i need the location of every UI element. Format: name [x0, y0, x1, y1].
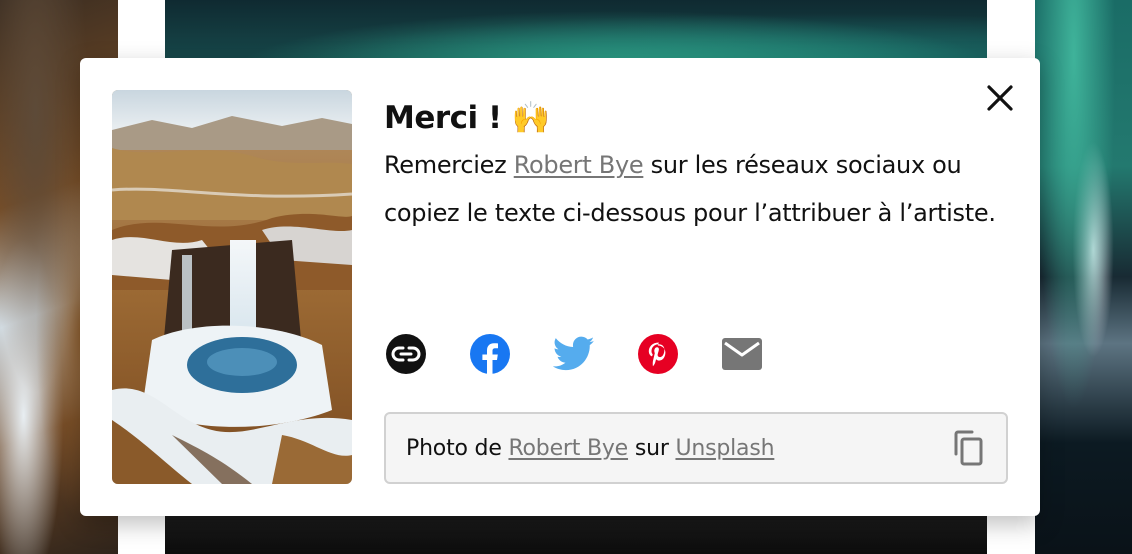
copy-link-button[interactable]: [384, 332, 428, 376]
artist-link[interactable]: Robert Bye: [514, 151, 644, 179]
thanks-modal: Merci ! 🙌 Remerciez Robert Bye sur les r…: [80, 58, 1040, 516]
modal-title: Merci ! 🙌: [384, 98, 1008, 138]
photo-thumbnail: [112, 90, 352, 484]
modal-description: Remerciez Robert Bye sur les réseaux soc…: [384, 141, 1008, 237]
attribution-artist-link[interactable]: Robert Bye: [508, 436, 628, 461]
raising-hands-emoji: 🙌: [511, 100, 551, 136]
background-photo-dark: [165, 516, 987, 554]
twitter-icon: [553, 336, 595, 371]
unsplash-link[interactable]: Unsplash: [675, 436, 774, 461]
attribution-prefix: Photo de: [406, 435, 509, 461]
attribution-text[interactable]: Photo de Robert Bye sur Unsplash: [406, 436, 950, 461]
copy-icon: [954, 430, 983, 466]
attribution-middle: sur: [628, 435, 676, 461]
email-icon: [722, 338, 762, 370]
modal-content: Merci ! 🙌 Remerciez Robert Bye sur les r…: [384, 98, 1008, 237]
copy-attribution-button[interactable]: [950, 430, 986, 466]
link-icon: [386, 334, 426, 374]
email-share-button[interactable]: [720, 332, 764, 376]
pinterest-share-button[interactable]: [636, 332, 680, 376]
title-text: Merci !: [384, 100, 502, 136]
share-buttons: [384, 332, 804, 376]
attribution-field[interactable]: Photo de Robert Bye sur Unsplash: [384, 412, 1008, 484]
description-before: Remerciez: [384, 151, 514, 179]
twitter-share-button[interactable]: [552, 332, 596, 376]
background-photo-aurora: [165, 0, 987, 60]
background-photo-right: [1035, 0, 1132, 554]
pinterest-icon: [638, 334, 678, 374]
facebook-icon: [470, 334, 510, 374]
facebook-share-button[interactable]: [468, 332, 512, 376]
